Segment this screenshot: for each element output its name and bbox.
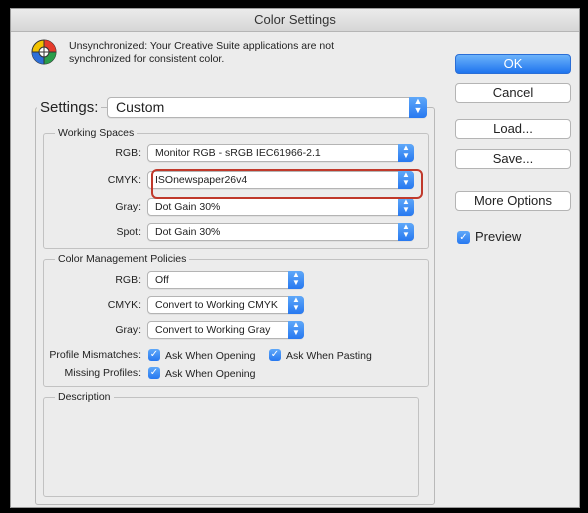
profile-mismatches-label: Profile Mismatches:: [49, 349, 141, 361]
policy-rgb-value: Off: [155, 274, 169, 286]
working-spaces-title: Working Spaces: [55, 127, 138, 139]
preview-checkbox[interactable]: ✓: [457, 231, 470, 244]
more-options-button[interactable]: More Options: [455, 191, 571, 211]
mismatch-pasting-label: Ask When Pasting: [286, 350, 372, 362]
description-title: Description: [55, 391, 114, 403]
load-button[interactable]: Load...: [455, 119, 571, 139]
preview-label: Preview: [475, 229, 522, 244]
missing-opening-label: Ask When Opening: [165, 368, 256, 380]
save-button[interactable]: Save...: [455, 149, 571, 169]
ws-cmyk-label: CMYK:: [107, 174, 141, 186]
popup-arrows-icon: ▲ ▼: [288, 321, 304, 339]
color-settings-dialog: Color Settings Unsynchronized: Your Crea…: [10, 8, 580, 508]
cmyk-highlight-annotation: [151, 169, 423, 199]
settings-popup[interactable]: Custom ▲ ▼: [107, 97, 427, 118]
mismatch-opening-label: Ask When Opening: [165, 350, 256, 362]
missing-profiles-label: Missing Profiles:: [64, 367, 141, 379]
settings-value: Custom: [116, 99, 165, 115]
ws-spot-value: Dot Gain 30%: [155, 226, 221, 238]
policy-cmyk-label: CMYK:: [107, 299, 141, 311]
ws-gray-value: Dot Gain 30%: [155, 201, 221, 213]
policy-gray-popup[interactable]: Convert to Working Gray ▲ ▼: [147, 321, 304, 339]
ws-rgb-value: Monitor RGB - sRGB IEC61966-2.1: [155, 147, 321, 159]
popup-arrows-icon: ▲ ▼: [398, 223, 414, 241]
popup-arrows-icon: ▲ ▼: [409, 97, 427, 118]
window-title: Color Settings: [11, 9, 579, 32]
popup-arrows-icon: ▲ ▼: [288, 296, 304, 314]
policies-title: Color Management Policies: [55, 253, 190, 265]
description-group: [43, 397, 419, 497]
popup-arrows-icon: ▲ ▼: [398, 198, 414, 216]
ws-spot-label: Spot:: [116, 226, 141, 238]
ws-rgb-label: RGB:: [115, 147, 141, 159]
popup-arrows-icon: ▲ ▼: [398, 144, 414, 162]
mismatch-pasting-checkbox[interactable]: ✓: [269, 349, 281, 361]
ws-gray-label: Gray:: [115, 201, 141, 213]
sync-warning-text: Unsynchronized: Your Creative Suite appl…: [69, 40, 334, 65]
policy-cmyk-value: Convert to Working CMYK: [155, 299, 278, 311]
color-wheel-icon: [31, 39, 57, 65]
settings-label: Settings:: [37, 99, 102, 116]
policy-cmyk-popup[interactable]: Convert to Working CMYK ▲ ▼: [147, 296, 304, 314]
policy-gray-label: Gray:: [115, 324, 141, 336]
ws-spot-popup[interactable]: Dot Gain 30% ▲ ▼: [147, 223, 414, 241]
policy-rgb-popup[interactable]: Off ▲ ▼: [147, 271, 304, 289]
missing-opening-checkbox[interactable]: ✓: [148, 367, 160, 379]
popup-arrows-icon: ▲ ▼: [288, 271, 304, 289]
policy-gray-value: Convert to Working Gray: [155, 324, 271, 336]
mismatch-opening-checkbox[interactable]: ✓: [148, 349, 160, 361]
ws-rgb-popup[interactable]: Monitor RGB - sRGB IEC61966-2.1 ▲ ▼: [147, 144, 414, 162]
policy-rgb-label: RGB:: [115, 274, 141, 286]
ok-button[interactable]: OK: [455, 54, 571, 74]
ws-gray-popup[interactable]: Dot Gain 30% ▲ ▼: [147, 198, 414, 216]
cancel-button[interactable]: Cancel: [455, 83, 571, 103]
